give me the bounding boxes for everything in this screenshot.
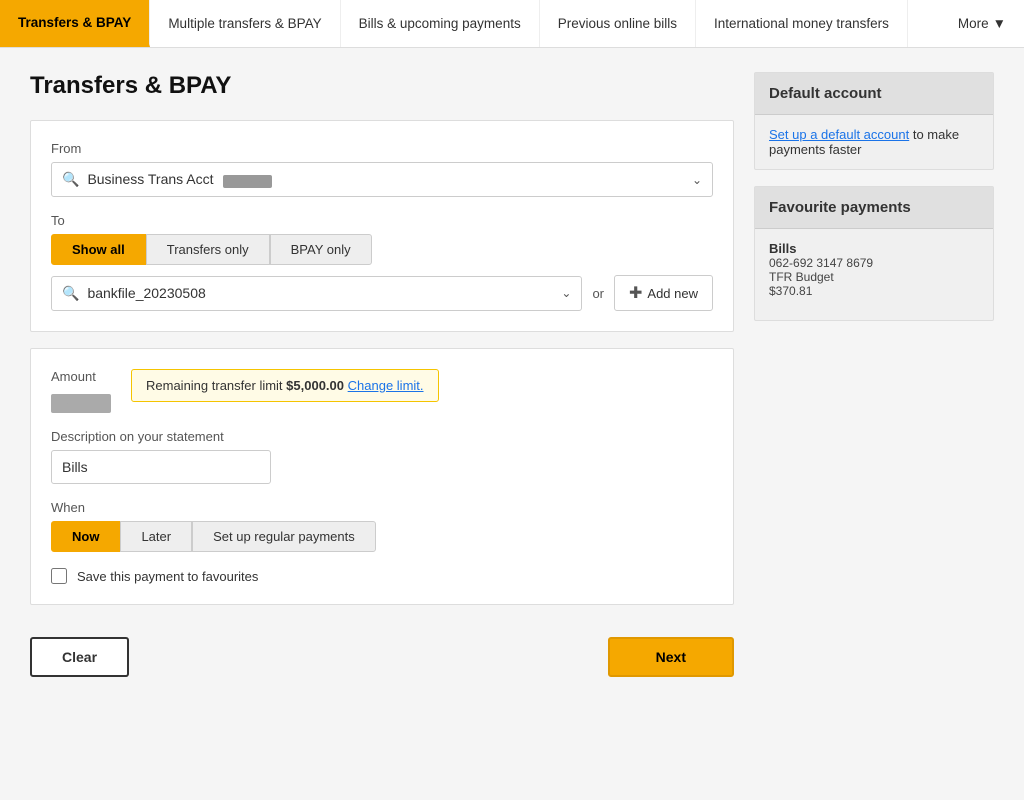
nav-international[interactable]: International money transfers: [696, 0, 908, 47]
amount-masked-value: ●●.●●: [51, 394, 111, 413]
default-account-card: Default account Set up a default account…: [754, 72, 994, 170]
amount-row: Amount ●●.●● Remaining transfer limit $5…: [51, 369, 713, 413]
fav-payment-name: Bills: [769, 241, 979, 256]
to-account-value: bankfile_20230508: [87, 285, 561, 301]
when-now-button[interactable]: Now: [51, 521, 120, 552]
to-account-dropdown[interactable]: 🔍 bankfile_20230508 ⌄: [51, 276, 582, 311]
save-favourites-label: Save this payment to favourites: [77, 569, 258, 584]
when-regular-button[interactable]: Set up regular payments: [192, 521, 376, 552]
from-to-card: From 🔍 Business Trans Acct ●● ●● ⌄ To Sh…: [30, 120, 734, 332]
or-text: or: [592, 286, 604, 301]
when-label: When: [51, 500, 713, 515]
nav-bills-upcoming[interactable]: Bills & upcoming payments: [341, 0, 540, 47]
fav-payment-account-name: TFR Budget: [769, 270, 979, 284]
favourite-payment-item[interactable]: Bills 062-692 3147 8679 TFR Budget $370.…: [769, 241, 979, 298]
amount-label: Amount: [51, 369, 111, 384]
chevron-down-icon: ▼: [993, 16, 1006, 31]
from-account-masked: ●● ●●: [223, 175, 272, 188]
bottom-bar: Clear Next: [30, 621, 734, 693]
set-default-account-link[interactable]: Set up a default account: [769, 127, 909, 142]
amount-section: Amount ●●.●●: [51, 369, 111, 413]
toggle-show-all[interactable]: Show all: [51, 234, 146, 265]
clear-button[interactable]: Clear: [30, 637, 129, 677]
search-icon: 🔍: [62, 285, 79, 302]
from-label: From: [51, 141, 713, 156]
fav-payment-bsb: 062-692 3147 8679: [769, 256, 979, 270]
nav-transfers-bpay[interactable]: Transfers & BPAY: [0, 0, 150, 47]
to-row: 🔍 bankfile_20230508 ⌄ or ✚ Add new: [51, 275, 713, 311]
top-navigation: Transfers & BPAY Multiple transfers & BP…: [0, 0, 1024, 48]
plus-icon: ✚: [629, 283, 642, 303]
nav-previous-bills[interactable]: Previous online bills: [540, 0, 696, 47]
from-account-value: Business Trans Acct ●● ●●: [87, 171, 692, 188]
default-account-title: Default account: [755, 73, 993, 115]
page-title: Transfers & BPAY: [30, 72, 734, 100]
amount-card: Amount ●●.●● Remaining transfer limit $5…: [30, 348, 734, 605]
next-button[interactable]: Next: [608, 637, 734, 677]
main-panel: Transfers & BPAY From 🔍 Business Trans A…: [30, 72, 734, 693]
chevron-down-icon: ⌄: [692, 173, 702, 187]
to-toggle-group: Show all Transfers only BPAY only: [51, 234, 713, 265]
toggle-transfers-only[interactable]: Transfers only: [146, 234, 270, 265]
change-limit-link[interactable]: Change limit.: [348, 378, 424, 393]
favourite-payments-title: Favourite payments: [755, 187, 993, 229]
favourite-payments-body: Bills 062-692 3147 8679 TFR Budget $370.…: [755, 229, 993, 320]
side-panel: Default account Set up a default account…: [754, 72, 994, 693]
nav-more-button[interactable]: More ▼: [940, 0, 1024, 47]
toggle-bpay-only[interactable]: BPAY only: [270, 234, 372, 265]
description-label: Description on your statement: [51, 429, 713, 444]
favourite-payments-card: Favourite payments Bills 062-692 3147 86…: [754, 186, 994, 321]
search-icon: 🔍: [62, 171, 79, 188]
save-favourites-row: Save this payment to favourites: [51, 568, 713, 584]
when-toggle-group: Now Later Set up regular payments: [51, 521, 713, 552]
description-input[interactable]: [51, 450, 271, 484]
transfer-limit-box: Remaining transfer limit $5,000.00 Chang…: [131, 369, 439, 402]
add-new-button[interactable]: ✚ Add new: [614, 275, 713, 311]
chevron-down-icon: ⌄: [561, 286, 571, 300]
from-account-dropdown[interactable]: 🔍 Business Trans Acct ●● ●● ⌄: [51, 162, 713, 197]
when-later-button[interactable]: Later: [120, 521, 192, 552]
remaining-limit-amount: $5,000.00: [286, 378, 344, 393]
nav-multiple-transfers[interactable]: Multiple transfers & BPAY: [150, 0, 340, 47]
default-account-body: Set up a default account to make payment…: [755, 115, 993, 169]
fav-payment-amount: $370.81: [769, 284, 979, 298]
save-favourites-checkbox[interactable]: [51, 568, 67, 584]
page-content: Transfers & BPAY From 🔍 Business Trans A…: [0, 48, 1024, 717]
to-label: To: [51, 213, 713, 228]
